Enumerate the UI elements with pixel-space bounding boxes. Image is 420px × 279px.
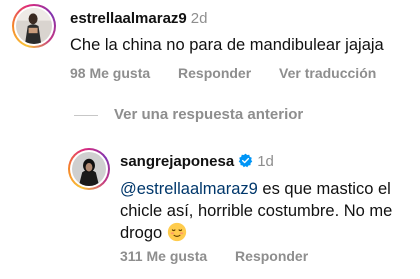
comment-username[interactable]: estrellaalmaraz9 2d [70, 10, 207, 27]
view-previous-reply-button[interactable]: Ver una respuesta anterior [114, 106, 303, 123]
reply-body-line3: drogo [120, 224, 167, 242]
reply-text: @estrellaalmaraz9 es que mastico el chic… [120, 178, 415, 244]
reply-button[interactable]: Responder [235, 248, 308, 264]
avatar-estrellaalmaraz9[interactable] [12, 4, 56, 48]
relieved-face-emoji-icon [167, 222, 187, 242]
profile-photo [72, 152, 106, 186]
reply-username[interactable]: sangrejaponesa 1d [120, 153, 274, 170]
comment-text: Che la china no para de mandibulear jaja… [70, 34, 384, 56]
replies-divider [74, 115, 98, 116]
likes-count[interactable]: 311 Me gusta [120, 248, 207, 264]
profile-photo [16, 8, 52, 44]
username-text[interactable]: sangrejaponesa [120, 153, 234, 170]
reply-time: 1d [257, 153, 274, 170]
reply-button[interactable]: Responder [178, 65, 251, 81]
comment-actions: 98 Me gusta Responder Ver traducción [70, 65, 376, 81]
likes-count[interactable]: 98 Me gusta [70, 65, 150, 81]
translate-button[interactable]: Ver traducción [279, 65, 376, 81]
comment-time: 2d [190, 10, 208, 27]
reply-actions: 311 Me gusta Responder [120, 248, 308, 264]
reply-body-line2: chicle así, horrible costumbre. No me [120, 202, 393, 220]
username-text[interactable]: estrellaalmaraz9 [70, 10, 187, 27]
comment-body: Che la china no para de mandibulear jaja… [70, 36, 384, 54]
verified-badge-icon [238, 153, 253, 168]
reply-body-line1: es que mastico el [257, 180, 391, 198]
avatar-sangrejaponesa[interactable] [68, 148, 110, 190]
mention-link[interactable]: @estrellaalmaraz9 [120, 180, 258, 198]
